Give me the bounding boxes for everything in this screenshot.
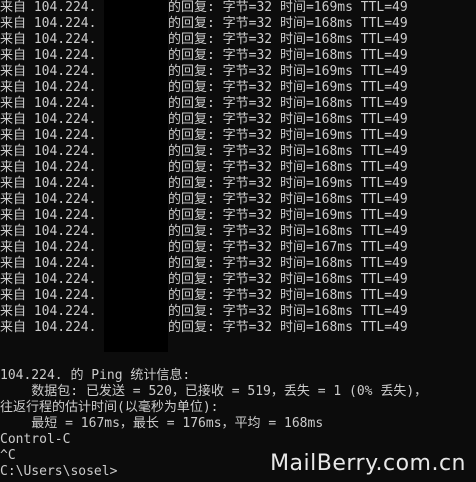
reply-details: 的回复: 字节=32 时间=168ms TTL=49 <box>168 192 408 207</box>
ping-reply-line: 来自 104.224. 的回复: 字节=32 时间=169ms TTL=49 <box>0 64 408 80</box>
ping-reply-line: 来自 104.224. 的回复: 字节=32 时间=168ms TTL=49 <box>0 224 408 240</box>
reply-details: 的回复: 字节=32 时间=169ms TTL=49 <box>168 208 408 223</box>
ping-reply-line: 来自 104.224. 的回复: 字节=32 时间=169ms TTL=49 <box>0 128 408 144</box>
reply-details: 的回复: 字节=32 时间=168ms TTL=49 <box>168 112 408 127</box>
ping-reply-line: 来自 104.224. 的回复: 字节=32 时间=169ms TTL=49 <box>0 176 408 192</box>
interrupt-line: Control-C <box>0 432 71 447</box>
reply-source: 来自 104.224. <box>0 96 97 111</box>
reply-source: 来自 104.224. <box>0 176 97 191</box>
reply-details: 的回复: 字节=32 时间=169ms TTL=49 <box>168 80 408 95</box>
ping-reply-line: 来自 104.224. 的回复: 字节=32 时间=168ms TTL=49 <box>0 112 408 128</box>
reply-source: 来自 104.224. <box>0 0 97 15</box>
reply-details: 的回复: 字节=32 时间=168ms TTL=49 <box>168 320 408 335</box>
reply-source: 来自 104.224. <box>0 320 97 335</box>
caret-line: ^C <box>0 448 16 463</box>
reply-source: 来自 104.224. <box>0 32 97 47</box>
ping-reply-line: 来自 104.224. 的回复: 字节=32 时间=168ms TTL=49 <box>0 144 408 160</box>
reply-details: 的回复: 字节=32 时间=168ms TTL=49 <box>168 16 408 31</box>
reply-details: 的回复: 字节=32 时间=168ms TTL=49 <box>168 144 408 159</box>
rtt-stats-line: 最短 = 167ms，最长 = 176ms，平均 = 168ms <box>0 416 324 431</box>
reply-details: 的回复: 字节=32 时间=168ms TTL=49 <box>168 48 408 63</box>
ping-reply-line: 来自 104.224. 的回复: 字节=32 时间=168ms TTL=49 <box>0 320 408 336</box>
ping-stats-header: 104.224. 的 Ping 统计信息: <box>0 368 190 384</box>
reply-source: 来自 104.224. <box>0 48 97 63</box>
ping-reply-line: 来自 104.224. 的回复: 字节=32 时间=169ms TTL=49 <box>0 0 408 16</box>
ping-reply-line: 来自 104.224. 的回复: 字节=32 时间=169ms TTL=49 <box>0 80 408 96</box>
reply-details: 的回复: 字节=32 时间=169ms TTL=49 <box>168 176 408 191</box>
ping-reply-line: 来自 104.224. 的回复: 字节=32 时间=168ms TTL=49 <box>0 256 408 272</box>
reply-details: 的回复: 字节=32 时间=169ms TTL=49 <box>168 64 408 79</box>
reply-source: 来自 104.224. <box>0 256 97 271</box>
reply-details: 的回复: 字节=32 时间=168ms TTL=49 <box>168 288 408 303</box>
reply-source: 来自 104.224. <box>0 272 97 287</box>
ping-reply-line: 来自 104.224. 的回复: 字节=32 时间=168ms TTL=49 <box>0 288 408 304</box>
reply-source: 来自 104.224. <box>0 80 97 95</box>
packet-stats-line: 数据包: 已发送 = 520，已接收 = 519，丢失 = 1 (0% 丢失)， <box>0 384 428 399</box>
reply-source: 来自 104.224. <box>0 192 97 207</box>
ping-reply-line: 来自 104.224. 的回复: 字节=32 时间=168ms TTL=49 <box>0 32 408 48</box>
reply-source: 来自 104.224. <box>0 208 97 223</box>
redaction-mask <box>104 0 168 352</box>
reply-details: 的回复: 字节=32 时间=168ms TTL=49 <box>168 256 408 271</box>
command-prompt[interactable]: C:\Users\sosel> <box>0 464 118 480</box>
ping-reply-line: 来自 104.224. 的回复: 字节=32 时间=167ms TTL=49 <box>0 240 408 256</box>
reply-details: 的回复: 字节=32 时间=167ms TTL=49 <box>168 240 408 255</box>
rtt-header-line: 往返行程的估计时间(以毫秒为单位): <box>0 400 219 415</box>
ping-reply-line: 来自 104.224. 的回复: 字节=32 时间=168ms TTL=49 <box>0 272 408 288</box>
reply-source: 来自 104.224. <box>0 16 97 31</box>
terminal-console[interactable]: 来自 104.224. 的回复: 字节=32 时间=169ms TTL=49 来自 … <box>0 0 476 480</box>
ping-reply-line: 来自 104.224. 的回复: 字节=32 时间=168ms TTL=49 <box>0 16 408 32</box>
reply-source: 来自 104.224. <box>0 128 97 143</box>
reply-source: 来自 104.224. <box>0 112 97 127</box>
ping-reply-line: 来自 104.224. 的回复: 字节=32 时间=168ms TTL=49 <box>0 304 408 320</box>
reply-details: 的回复: 字节=32 时间=168ms TTL=49 <box>168 272 408 287</box>
prompt-text: C:\Users\sosel> <box>0 464 118 479</box>
stats-ip-prefix: 104.224. <box>0 368 63 383</box>
reply-details: 的回复: 字节=32 时间=168ms TTL=49 <box>168 224 408 239</box>
ping-reply-line: 来自 104.224. 的回复: 字节=32 时间=168ms TTL=49 <box>0 160 408 176</box>
reply-details: 的回复: 字节=32 时间=168ms TTL=49 <box>168 96 408 111</box>
reply-details: 的回复: 字节=32 时间=169ms TTL=49 <box>168 128 408 143</box>
ping-reply-line: 来自 104.224. 的回复: 字节=32 时间=169ms TTL=49 <box>0 208 408 224</box>
reply-details: 的回复: 字节=32 时间=169ms TTL=49 <box>168 0 408 15</box>
reply-source: 来自 104.224. <box>0 304 97 319</box>
watermark-text: MailBerry.com.cn <box>270 451 466 476</box>
reply-source: 来自 104.224. <box>0 224 97 239</box>
reply-source: 来自 104.224. <box>0 160 97 175</box>
reply-source: 来自 104.224. <box>0 144 97 159</box>
reply-details: 的回复: 字节=32 时间=168ms TTL=49 <box>168 304 408 319</box>
reply-details: 的回复: 字节=32 时间=168ms TTL=49 <box>168 160 408 175</box>
ping-reply-line: 来自 104.224. 的回复: 字节=32 时间=168ms TTL=49 <box>0 192 408 208</box>
reply-source: 来自 104.224. <box>0 64 97 79</box>
ping-reply-line: 来自 104.224. 的回复: 字节=32 时间=168ms TTL=49 <box>0 96 408 112</box>
reply-details: 的回复: 字节=32 时间=168ms TTL=49 <box>168 32 408 47</box>
reply-source: 来自 104.224. <box>0 288 97 303</box>
ping-reply-line: 来自 104.224. 的回复: 字节=32 时间=168ms TTL=49 <box>0 48 408 64</box>
stats-header-suffix: 的 Ping 统计信息: <box>62 368 191 383</box>
reply-source: 来自 104.224. <box>0 240 97 255</box>
